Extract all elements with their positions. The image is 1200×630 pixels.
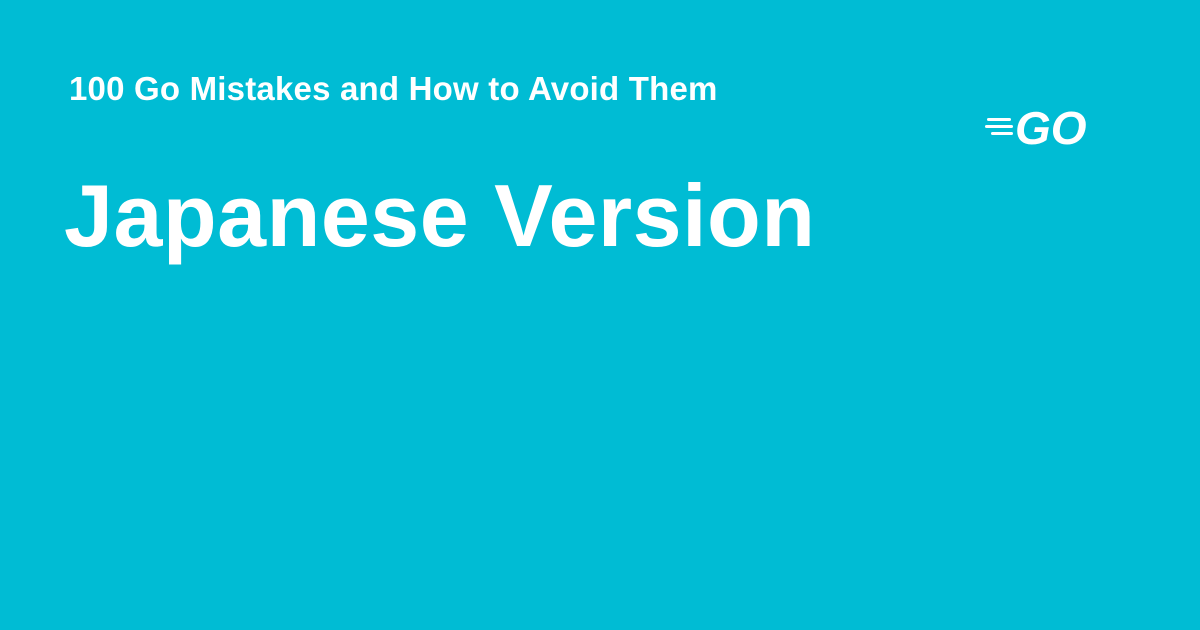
page-title: Japanese Version <box>64 166 816 265</box>
book-subtitle: 100 Go Mistakes and How to Avoid Them <box>69 70 718 107</box>
svg-text:GO: GO <box>1015 104 1087 150</box>
social-card: 100 Go Mistakes and How to Avoid Them Ja… <box>0 0 1200 630</box>
go-logo-icon: GO <box>985 104 1105 150</box>
